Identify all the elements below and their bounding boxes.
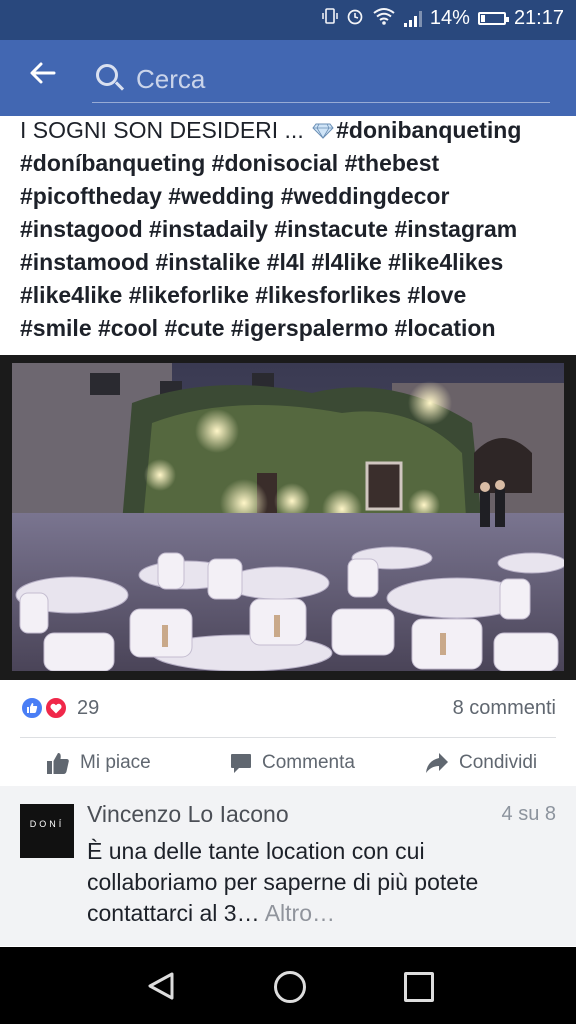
comment-label: Commenta	[262, 752, 355, 773]
hashtag-line-5[interactable]: #instamood #instalike #l4l #l4like #like…	[20, 246, 560, 279]
alarm-icon	[346, 7, 364, 30]
search-input[interactable]	[134, 60, 538, 98]
hashtag-line-4[interactable]: #instagood #instadaily #instacute #insta…	[20, 213, 560, 246]
reaction-count[interactable]: 29	[77, 697, 99, 720]
share-label: Condividi	[459, 752, 538, 773]
status-bar: 14% 21:17	[0, 0, 576, 40]
love-reaction-icon	[44, 696, 68, 720]
like-button[interactable]: Mi piace	[46, 748, 151, 778]
post-caption: I SOGNI SON DESIDERI ... #donibanqueting…	[20, 114, 560, 345]
vibrate-icon	[322, 7, 338, 30]
comment-preview[interactable]: DONÍ Vincenzo Lo Iacono 4 su 8 È una del…	[0, 786, 576, 946]
hashtag-line-6[interactable]: #like4like #likeforlike #likesforlikes #…	[20, 279, 560, 312]
diamond-emoji-icon	[312, 123, 334, 139]
wedding-venue-image	[12, 363, 564, 671]
comment-position: 4 su 8	[501, 803, 556, 825]
nav-recents-icon[interactable]	[404, 972, 434, 1002]
search-bar	[0, 40, 576, 116]
battery-icon	[477, 12, 509, 25]
clock: 21:17	[513, 7, 564, 29]
like-reaction-icon	[20, 696, 44, 720]
comment-count[interactable]: 8 commenti	[453, 697, 556, 720]
nav-back-icon[interactable]	[146, 971, 176, 1001]
hashtag-line-2[interactable]: #doníbanqueting #donisocial #thebest	[20, 147, 560, 180]
like-label: Mi piace	[80, 752, 151, 773]
thumbs-up-icon	[47, 752, 69, 774]
comment-bubble-icon	[231, 754, 251, 773]
caption-intro: I SOGNI SON DESIDERI ...	[20, 117, 311, 143]
nav-home-icon[interactable]	[274, 971, 306, 1003]
search-field[interactable]	[92, 54, 550, 103]
avatar[interactable]: DONÍ	[20, 804, 74, 858]
share-button[interactable]: Condividi	[425, 748, 537, 778]
hashtag-link[interactable]: #donibanqueting	[336, 117, 521, 143]
post-photo[interactable]	[0, 355, 576, 680]
search-icon	[96, 64, 118, 86]
reactions-bar[interactable]: 29 8 commenti	[0, 686, 576, 732]
hashtag-line-3[interactable]: #picoftheday #wedding #weddingdecor	[20, 180, 560, 213]
comment-author[interactable]: Vincenzo Lo Iacono	[87, 801, 289, 828]
comment-button[interactable]: Commenta	[230, 748, 355, 778]
status-icons: 14% 21:17	[322, 7, 564, 30]
post-actions: Mi piace Commenta Condividi	[0, 740, 576, 786]
avatar-logo-text: DONÍ	[29, 819, 65, 829]
divider	[20, 737, 556, 738]
battery-percent: 14%	[429, 7, 470, 29]
wifi-icon	[372, 7, 396, 30]
signal-icon	[403, 10, 422, 27]
caption-line-1: I SOGNI SON DESIDERI ... #donibanqueting	[20, 114, 560, 147]
android-nav-bar	[0, 947, 576, 1024]
comment-text: È una delle tante location con cui colla…	[87, 836, 547, 929]
see-more-link[interactable]: Altro…	[265, 900, 335, 926]
back-arrow-icon[interactable]	[28, 58, 64, 94]
hashtag-line-7[interactable]: #smile #cool #cute #igerspalermo #locati…	[20, 312, 560, 345]
share-arrow-icon	[426, 753, 448, 773]
